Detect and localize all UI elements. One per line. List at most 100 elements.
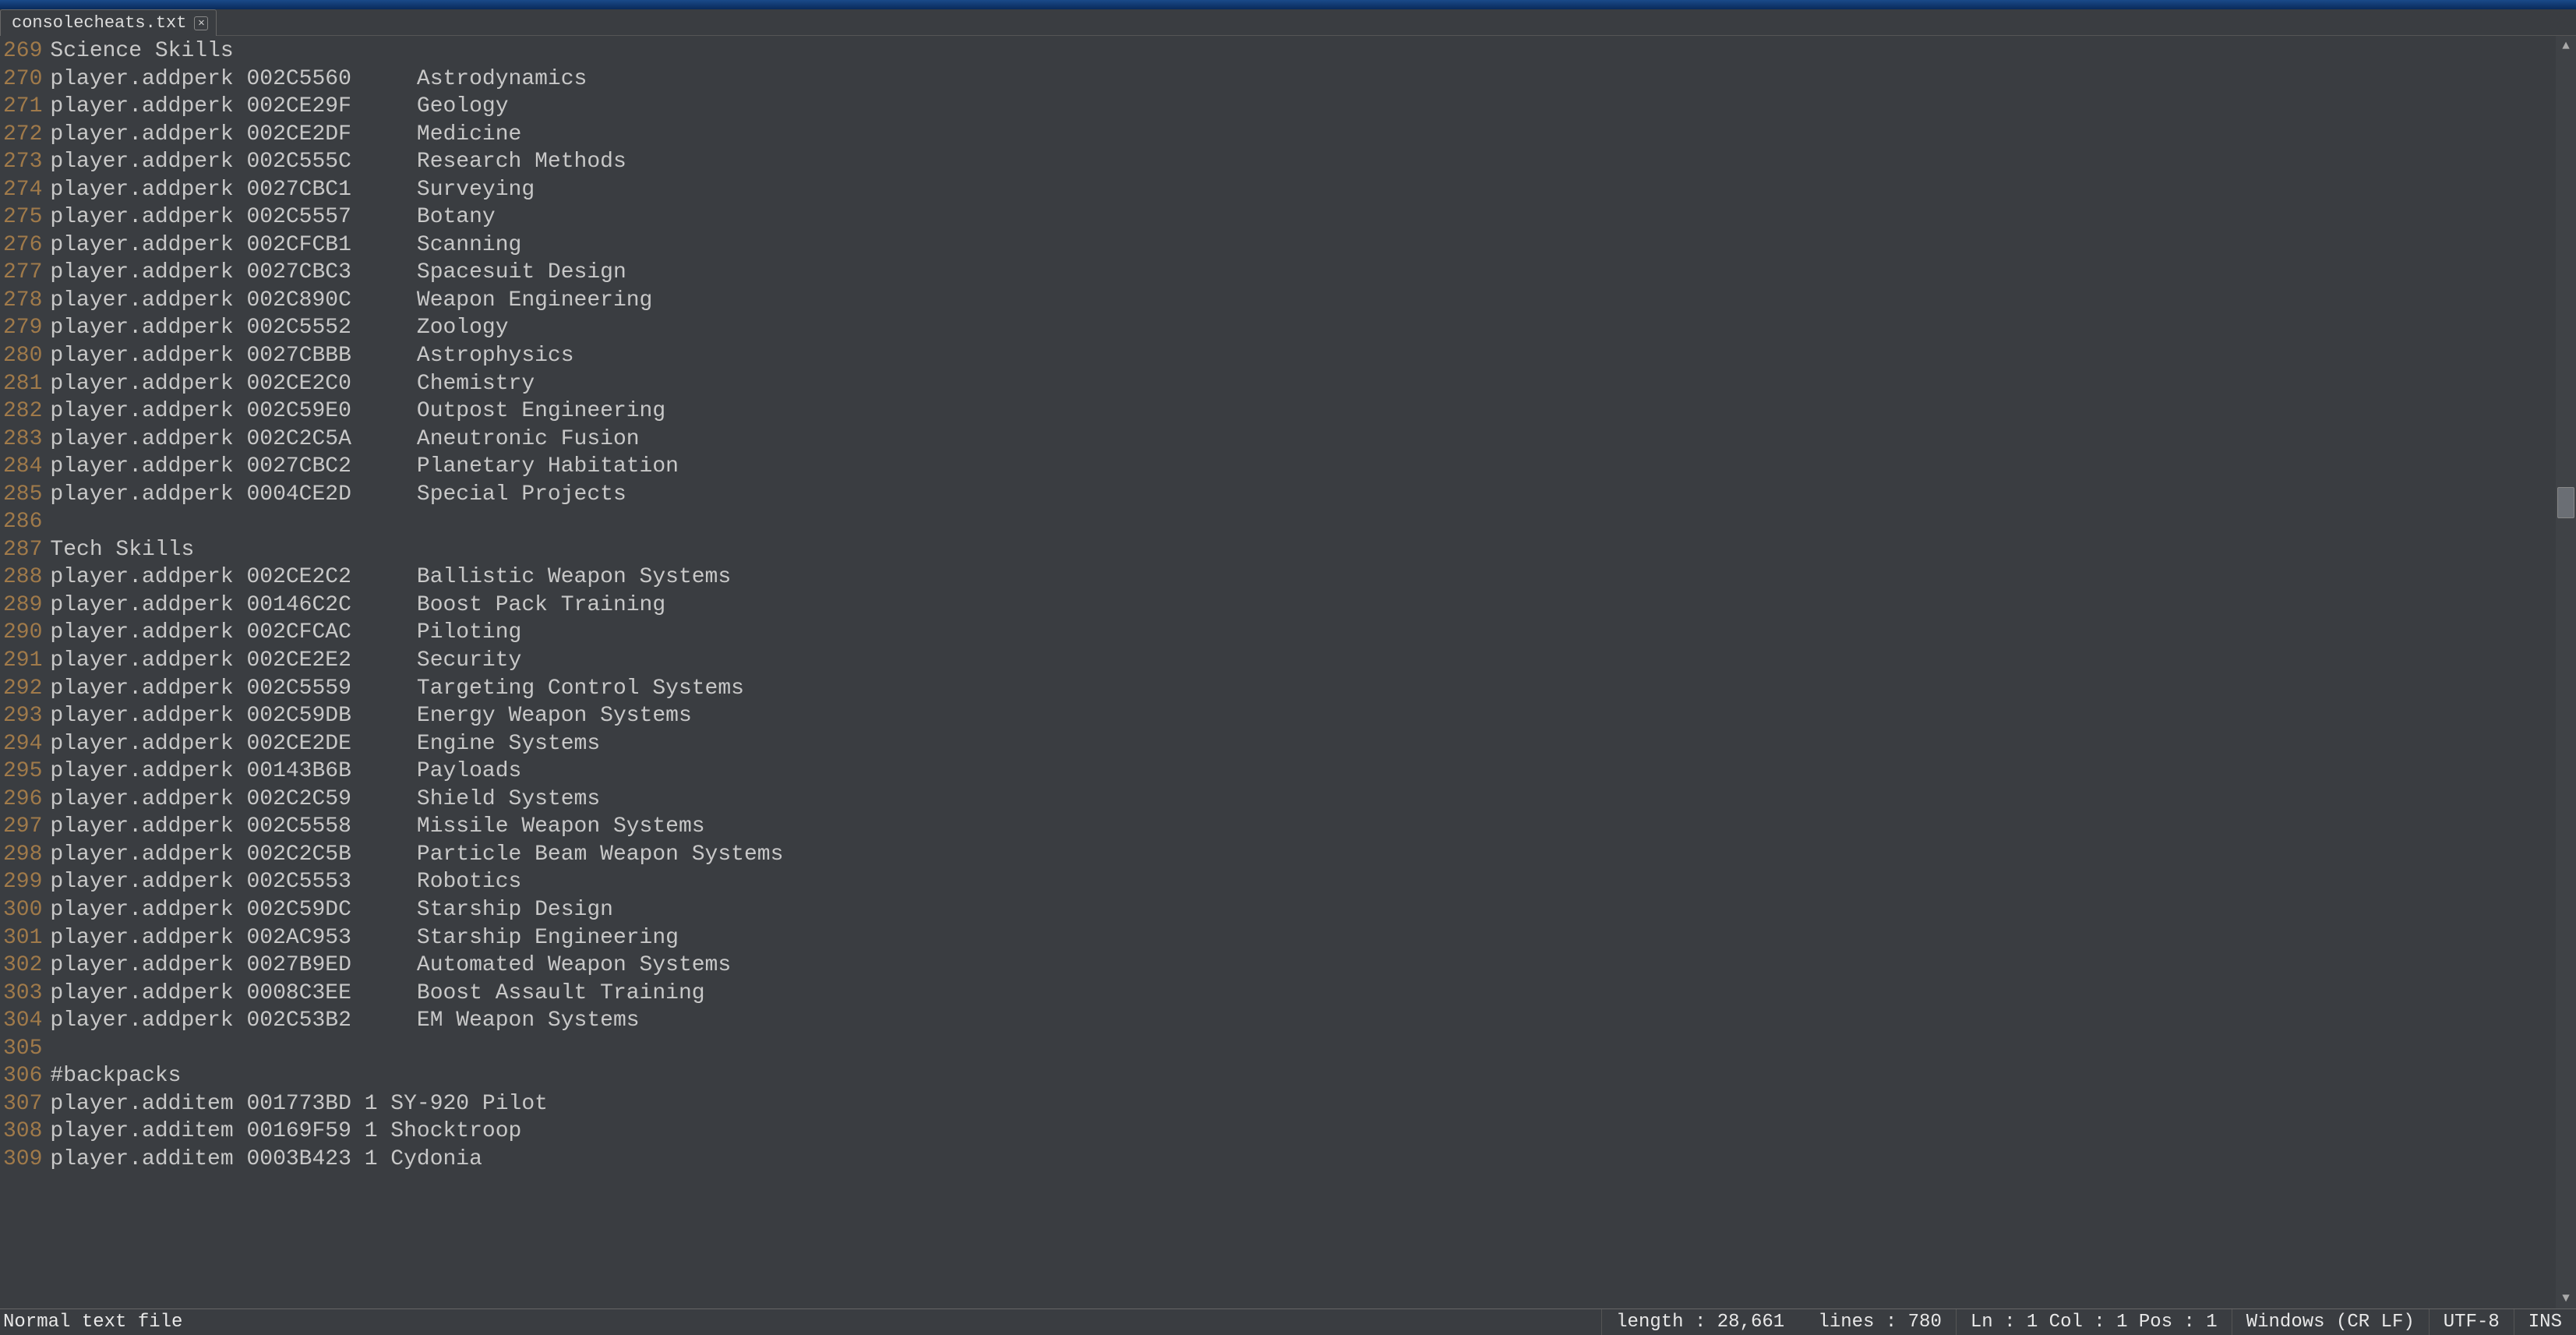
status-insert-mode: INS bbox=[2514, 1309, 2576, 1335]
status-encoding: UTF-8 bbox=[2429, 1309, 2514, 1335]
window-titlebar bbox=[0, 0, 2576, 9]
code-line[interactable]: player.addperk 0027CBC2 Planetary Habita… bbox=[50, 453, 2556, 481]
code-line[interactable]: player.addperk 002C555C Research Methods bbox=[50, 148, 2556, 176]
code-line[interactable]: player.addperk 002C59E0 Outpost Engineer… bbox=[50, 397, 2556, 426]
line-number: 307 bbox=[3, 1090, 42, 1118]
code-line[interactable]: player.addperk 002C59DB Energy Weapon Sy… bbox=[50, 702, 2556, 730]
code-line[interactable]: player.addperk 0027CBC3 Spacesuit Design bbox=[50, 259, 2556, 287]
code-line[interactable]: player.addperk 0027CBC1 Surveying bbox=[50, 176, 2556, 204]
scroll-up-icon[interactable]: ▲ bbox=[2556, 36, 2576, 56]
line-number: 280 bbox=[3, 342, 42, 370]
line-number: 295 bbox=[3, 758, 42, 786]
line-number: 309 bbox=[3, 1146, 42, 1174]
code-line[interactable]: player.addperk 002CE2C2 Ballistic Weapon… bbox=[50, 563, 2556, 592]
scroll-down-icon[interactable]: ▼ bbox=[2556, 1288, 2576, 1309]
line-number: 294 bbox=[3, 730, 42, 758]
code-line[interactable] bbox=[50, 508, 2556, 536]
code-line[interactable]: player.addperk 002C890C Weapon Engineeri… bbox=[50, 287, 2556, 315]
code-line[interactable]: player.additem 0003B423 1 Cydonia bbox=[50, 1146, 2556, 1174]
line-number: 285 bbox=[3, 481, 42, 509]
code-line[interactable]: player.addperk 002C5559 Targeting Contro… bbox=[50, 675, 2556, 703]
line-number: 301 bbox=[3, 924, 42, 952]
line-number: 281 bbox=[3, 370, 42, 398]
line-number: 286 bbox=[3, 508, 42, 536]
code-line[interactable]: player.addperk 002C2C5A Aneutronic Fusio… bbox=[50, 426, 2556, 454]
code-line[interactable]: player.addperk 002C5552 Zoology bbox=[50, 314, 2556, 342]
line-number: 308 bbox=[3, 1118, 42, 1146]
line-number-gutter: 2692702712722732742752762772782792802812… bbox=[0, 36, 50, 1309]
line-number: 274 bbox=[3, 176, 42, 204]
code-line[interactable]: player.addperk 002C53B2 EM Weapon System… bbox=[50, 1007, 2556, 1035]
line-number: 283 bbox=[3, 426, 42, 454]
code-line[interactable]: player.addperk 002CFCAC Piloting bbox=[50, 619, 2556, 647]
code-line[interactable]: player.addperk 002C5558 Missile Weapon S… bbox=[50, 813, 2556, 841]
line-number: 293 bbox=[3, 702, 42, 730]
code-line[interactable]: player.addperk 002CFCB1 Scanning bbox=[50, 231, 2556, 260]
status-file-type: Normal text file bbox=[0, 1312, 182, 1333]
tab-label: consolecheats.txt bbox=[12, 13, 186, 33]
tab-bar: consolecheats.txt ✕ bbox=[0, 9, 2576, 36]
line-number: 284 bbox=[3, 453, 42, 481]
line-number: 289 bbox=[3, 592, 42, 620]
code-line[interactable]: player.addperk 002CE2DE Engine Systems bbox=[50, 730, 2556, 758]
status-doc-length: length : 28,661 lines : 780 bbox=[1601, 1309, 1956, 1335]
code-line[interactable]: player.addperk 00146C2C Boost Pack Train… bbox=[50, 592, 2556, 620]
line-number: 296 bbox=[3, 786, 42, 814]
line-number: 271 bbox=[3, 93, 42, 121]
code-line[interactable]: player.addperk 00143B6B Payloads bbox=[50, 758, 2556, 786]
code-line[interactable]: player.addperk 002CE29F Geology bbox=[50, 93, 2556, 121]
code-line[interactable]: #backpacks bbox=[50, 1062, 2556, 1090]
code-line[interactable]: player.additem 00169F59 1 Shocktroop bbox=[50, 1118, 2556, 1146]
code-line[interactable]: player.addperk 002C5557 Botany bbox=[50, 203, 2556, 231]
code-line[interactable]: Tech Skills bbox=[50, 536, 2556, 564]
code-line[interactable]: player.addperk 002C5553 Robotics bbox=[50, 868, 2556, 896]
line-number: 273 bbox=[3, 148, 42, 176]
status-length-text: length : 28,661 bbox=[1616, 1312, 1784, 1333]
line-number: 297 bbox=[3, 813, 42, 841]
line-number: 292 bbox=[3, 675, 42, 703]
code-line[interactable]: Science Skills bbox=[50, 37, 2556, 65]
line-number: 269 bbox=[3, 37, 42, 65]
status-eol: Windows (CR LF) bbox=[2232, 1309, 2429, 1335]
line-number: 290 bbox=[3, 619, 42, 647]
tab-file[interactable]: consolecheats.txt ✕ bbox=[0, 9, 217, 36]
vertical-scrollbar[interactable]: ▲ ▼ bbox=[2556, 36, 2576, 1309]
code-line[interactable]: player.addperk 002CE2DF Medicine bbox=[50, 121, 2556, 149]
line-number: 302 bbox=[3, 952, 42, 980]
status-cursor-pos: Ln : 1 Col : 1 Pos : 1 bbox=[1956, 1309, 2232, 1335]
code-line[interactable]: player.addperk 002CE2C0 Chemistry bbox=[50, 370, 2556, 398]
code-line[interactable]: player.addperk 002C5560 Astrodynamics bbox=[50, 65, 2556, 94]
code-line[interactable]: player.addperk 0027B9ED Automated Weapon… bbox=[50, 952, 2556, 980]
code-line[interactable]: player.additem 001773BD 1 SY-920 Pilot bbox=[50, 1090, 2556, 1118]
scrollbar-thumb[interactable] bbox=[2557, 487, 2574, 518]
code-line[interactable]: player.addperk 002C2C59 Shield Systems bbox=[50, 786, 2556, 814]
status-lines-text: lines : 780 bbox=[1818, 1312, 1941, 1333]
code-line[interactable]: player.addperk 002C59DC Starship Design bbox=[50, 896, 2556, 924]
line-number: 300 bbox=[3, 896, 42, 924]
code-line[interactable]: player.addperk 002AC953 Starship Enginee… bbox=[50, 924, 2556, 952]
code-line[interactable] bbox=[50, 1035, 2556, 1063]
line-number: 276 bbox=[3, 231, 42, 260]
line-number: 306 bbox=[3, 1062, 42, 1090]
code-line[interactable]: player.addperk 0004CE2D Special Projects bbox=[50, 481, 2556, 509]
code-line[interactable]: player.addperk 002CE2E2 Security bbox=[50, 647, 2556, 675]
close-icon[interactable]: ✕ bbox=[194, 16, 208, 30]
line-number: 282 bbox=[3, 397, 42, 426]
line-number: 272 bbox=[3, 121, 42, 149]
line-number: 304 bbox=[3, 1007, 42, 1035]
status-bar: Normal text file length : 28,661 lines :… bbox=[0, 1309, 2576, 1335]
line-number: 299 bbox=[3, 868, 42, 896]
code-line[interactable]: player.addperk 0027CBBB Astrophysics bbox=[50, 342, 2556, 370]
code-line[interactable]: player.addperk 0008C3EE Boost Assault Tr… bbox=[50, 980, 2556, 1008]
code-content[interactable]: Science Skillsplayer.addperk 002C5560 As… bbox=[50, 36, 2556, 1309]
line-number: 291 bbox=[3, 647, 42, 675]
scrollbar-track[interactable] bbox=[2556, 56, 2576, 1288]
line-number: 277 bbox=[3, 259, 42, 287]
line-number: 287 bbox=[3, 536, 42, 564]
editor-area: 2692702712722732742752762772782792802812… bbox=[0, 36, 2576, 1309]
code-line[interactable]: player.addperk 002C2C5B Particle Beam We… bbox=[50, 841, 2556, 869]
line-number: 298 bbox=[3, 841, 42, 869]
line-number: 275 bbox=[3, 203, 42, 231]
line-number: 270 bbox=[3, 65, 42, 94]
line-number: 288 bbox=[3, 563, 42, 592]
